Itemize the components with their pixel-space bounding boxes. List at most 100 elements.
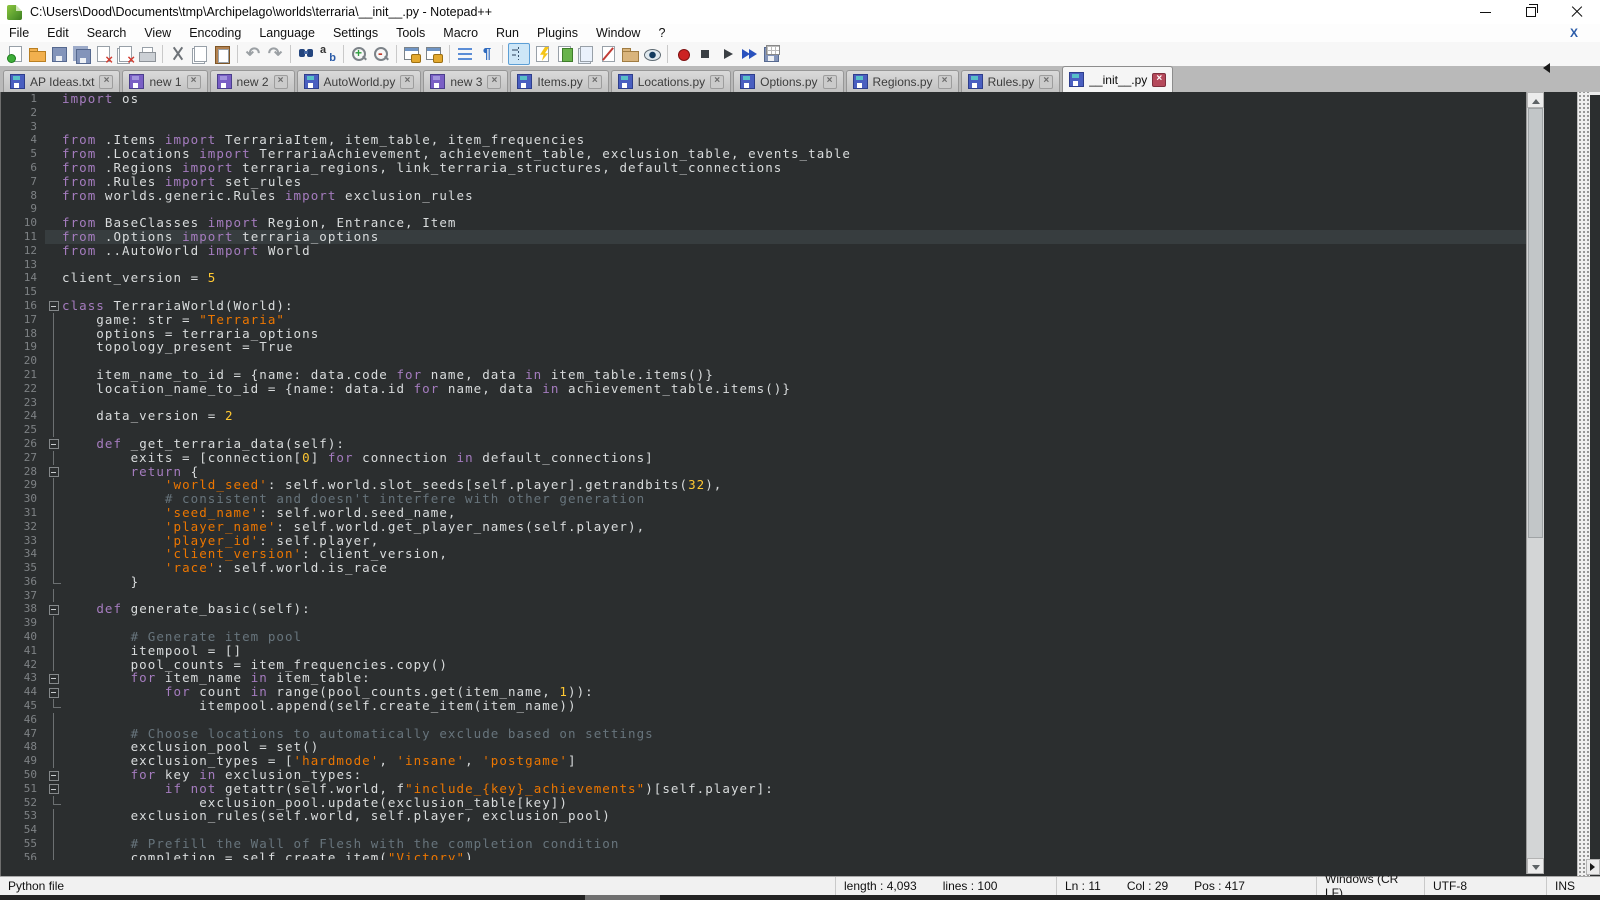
fold-margin	[45, 561, 62, 575]
tab-locations-py[interactable]: Locations.py×	[611, 70, 731, 92]
tab-new-2[interactable]: new 2×	[210, 70, 295, 92]
indent-guide-icon[interactable]	[508, 43, 530, 65]
status-eol-format[interactable]: Windows (CR LF)	[1316, 877, 1424, 895]
restore-button[interactable]	[1508, 0, 1554, 24]
vertical-scrollbar[interactable]	[1526, 92, 1544, 874]
macro-record-icon[interactable]	[673, 44, 693, 64]
open-file-icon[interactable]	[27, 44, 47, 64]
macro-stop-icon[interactable]	[695, 44, 715, 64]
tab-close-icon[interactable]: ×	[487, 75, 501, 89]
code-text	[62, 354, 1527, 368]
tab-close-icon[interactable]: ×	[1152, 73, 1166, 87]
fold-collapse-icon[interactable]	[45, 768, 62, 782]
fold-collapse-icon[interactable]	[45, 465, 62, 479]
line-number: 36	[1, 575, 45, 589]
scroll-right-arrow[interactable]	[1586, 859, 1600, 875]
tab-close-icon[interactable]: ×	[588, 75, 602, 89]
sync-scroll-horizontal-icon[interactable]	[424, 44, 444, 64]
zoom-in-icon[interactable]: +	[349, 44, 369, 64]
zoom-out-icon[interactable]: -	[371, 44, 391, 64]
tab-items-py[interactable]: Items.py×	[510, 70, 608, 92]
function-list-icon[interactable]	[532, 44, 552, 64]
menu-encoding[interactable]: Encoding	[180, 25, 250, 41]
scrollbar-thumb[interactable]	[1528, 108, 1543, 538]
menu-close-icon[interactable]: X	[1570, 26, 1578, 40]
menu-run[interactable]: Run	[487, 25, 528, 41]
show-all-characters-icon[interactable]: ¶	[477, 44, 497, 64]
menu-language[interactable]: Language	[250, 25, 324, 41]
copy-icon[interactable]	[190, 44, 210, 64]
tab-close-icon[interactable]: ×	[823, 75, 837, 89]
fold-collapse-icon[interactable]	[45, 685, 62, 699]
status-insert-mode[interactable]: INS	[1546, 877, 1600, 895]
menu-settings[interactable]: Settings	[324, 25, 387, 41]
minimize-button[interactable]	[1462, 0, 1508, 24]
code-text	[62, 423, 1527, 437]
tab-new-1[interactable]: new 1×	[122, 70, 207, 92]
replace-icon[interactable]: ab	[318, 44, 338, 64]
menu-file[interactable]: File	[0, 25, 38, 41]
monitoring-icon[interactable]	[642, 44, 662, 64]
second-view-tab[interactable]	[1590, 92, 1600, 95]
tab-close-icon[interactable]: ×	[710, 75, 724, 89]
find-icon[interactable]	[296, 44, 316, 64]
tab-regions-py[interactable]: Regions.py×	[846, 70, 959, 92]
save-all-icon[interactable]	[71, 44, 91, 64]
scroll-down-arrow[interactable]	[1527, 858, 1544, 874]
fold-collapse-icon[interactable]	[45, 782, 62, 796]
code-line: 3	[1, 120, 1527, 134]
scroll-up-arrow[interactable]	[1527, 92, 1544, 108]
tab-rules-py[interactable]: Rules.py×	[961, 70, 1061, 92]
tab-new-3[interactable]: new 3×	[423, 70, 508, 92]
macro-save-icon[interactable]	[761, 44, 781, 64]
close-all-icon[interactable]	[115, 44, 135, 64]
save-icon[interactable]	[49, 44, 69, 64]
status-encoding[interactable]: UTF-8	[1424, 877, 1546, 895]
editor[interactable]: 1import os234from .Items import Terraria…	[0, 92, 1600, 876]
macro-run-multiple-icon[interactable]	[739, 44, 759, 64]
word-wrap-icon[interactable]	[455, 44, 475, 64]
status-length-lines: length : 4,093lines : 100	[835, 877, 1056, 895]
cut-icon[interactable]	[168, 44, 188, 64]
menu-view[interactable]: View	[135, 25, 180, 41]
tab-close-icon[interactable]: ×	[99, 75, 113, 89]
tab-ap-ideas-txt[interactable]: AP Ideas.txt×	[3, 70, 120, 92]
tab--init-py[interactable]: __init__.py×	[1062, 66, 1173, 92]
tab-close-icon[interactable]: ×	[400, 75, 414, 89]
tab-options-py[interactable]: Options.py×	[733, 70, 843, 92]
close-icon[interactable]	[93, 44, 113, 64]
menu-macro[interactable]: Macro	[434, 25, 487, 41]
menu-search[interactable]: Search	[78, 25, 136, 41]
tab-close-icon[interactable]: ×	[274, 75, 288, 89]
document-list-icon[interactable]	[576, 44, 596, 64]
edit-marker-icon[interactable]	[598, 44, 618, 64]
undo-icon[interactable]: ↶	[243, 44, 263, 64]
macro-play-icon[interactable]	[717, 44, 737, 64]
fold-collapse-icon[interactable]	[45, 437, 62, 451]
folder-as-workspace-icon[interactable]	[620, 44, 640, 64]
redo-icon[interactable]: ↷	[265, 44, 285, 64]
menu-tools[interactable]: Tools	[387, 25, 434, 41]
tab-close-icon[interactable]: ×	[187, 75, 201, 89]
fold-collapse-icon[interactable]	[45, 671, 62, 685]
tab-autoworld-py[interactable]: AutoWorld.py×	[297, 70, 422, 92]
menu-edit[interactable]: Edit	[38, 25, 78, 41]
tab-scroll-left-icon[interactable]	[1543, 63, 1550, 73]
document-map-icon[interactable]	[554, 44, 574, 64]
close-button[interactable]	[1554, 0, 1600, 24]
code-line: 31 'seed_name': self.world.seed_name,	[1, 506, 1527, 520]
paste-icon[interactable]	[212, 44, 232, 64]
pane-splitter[interactable]	[1577, 92, 1590, 876]
menu-window[interactable]: Window	[587, 25, 649, 41]
print-icon[interactable]	[137, 44, 157, 64]
fold-collapse-icon[interactable]	[45, 299, 62, 313]
tab-close-icon[interactable]: ×	[938, 75, 952, 89]
fold-margin	[45, 754, 62, 768]
code-area[interactable]: 1import os234from .Items import Terraria…	[1, 92, 1527, 860]
new-file-icon[interactable]	[5, 44, 25, 64]
menu-plugins[interactable]: Plugins	[528, 25, 587, 41]
fold-collapse-icon[interactable]	[45, 602, 62, 616]
tab-close-icon[interactable]: ×	[1039, 75, 1053, 89]
sync-scroll-vertical-icon[interactable]	[402, 44, 422, 64]
menu-?[interactable]: ?	[649, 25, 674, 41]
